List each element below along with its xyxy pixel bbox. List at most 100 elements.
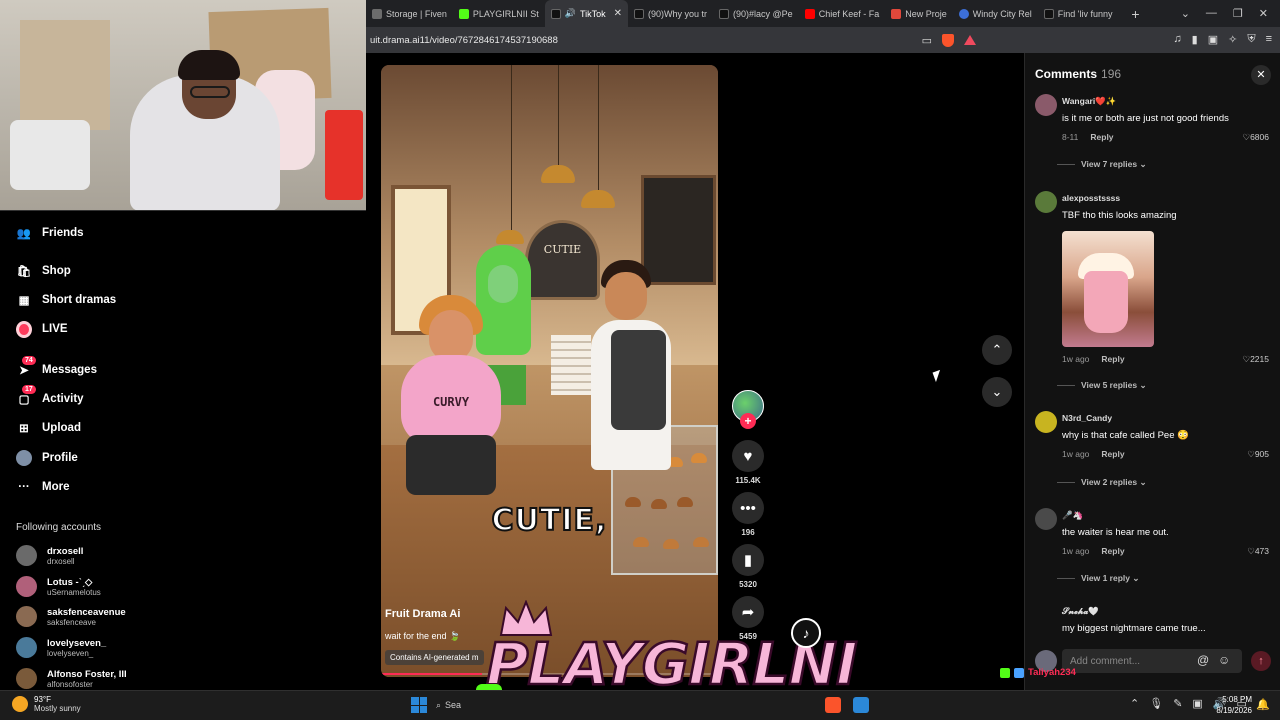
network-icon[interactable]: ▣ (1192, 697, 1202, 710)
comment-likes[interactable]: ♡905 (1247, 449, 1269, 460)
like-button[interactable]: ♥ (732, 440, 764, 472)
browser-tab[interactable]: PLAYGIRLNII St (453, 0, 545, 27)
browser-tab[interactable]: Chief Keef - Fa (799, 0, 886, 27)
brave-shield-icon[interactable] (942, 33, 954, 47)
sidebar-item-more[interactable]: ··· More (16, 479, 69, 495)
mention-icon[interactable]: @ (1197, 653, 1209, 667)
add-comment-input[interactable] (1062, 649, 1242, 673)
comment-likes[interactable]: ♡473 (1247, 546, 1269, 557)
comment-user[interactable]: 𝓢𝓷𝓮𝓱𝓪🤍 (1062, 606, 1099, 617)
avatar[interactable] (1035, 411, 1057, 433)
maximize-icon[interactable]: ❐ (1233, 7, 1243, 20)
comment-user[interactable]: alexposstssss (1062, 193, 1120, 203)
close-comments-button[interactable]: ✕ (1251, 65, 1271, 85)
minimize-icon[interactable]: — (1206, 7, 1217, 20)
comment-likes[interactable]: ♡2215 (1242, 354, 1269, 365)
pen-icon[interactable]: ✎ (1173, 697, 1182, 710)
following-account[interactable]: lovelyseven_ lovelyseven_ (16, 637, 106, 658)
globe-icon (958, 8, 969, 19)
notification-bell-icon[interactable]: 🔔 (1256, 698, 1270, 711)
emoji-icon[interactable]: ☺ (1218, 653, 1230, 667)
comment-user[interactable]: 🎤🦄 (1062, 510, 1083, 521)
save-button[interactable]: ▮ (732, 544, 764, 576)
comment-user[interactable]: N3rd_Candy (1062, 413, 1112, 423)
browser-tab[interactable]: Windy City Rel (953, 0, 1038, 27)
browser-tab[interactable]: (90)#lacy @Pe (713, 0, 799, 27)
cast-icon[interactable]: ▭ (922, 34, 932, 47)
sidebar-item-live[interactable]: LIVE (16, 320, 68, 338)
sidebar-item-friends[interactable]: 👥 Friends (16, 225, 84, 241)
sidebar-item-shop[interactable]: 🛍 Shop (16, 263, 71, 279)
comment-button[interactable]: ••• (732, 492, 764, 524)
chevron-up-icon: ⌃ (991, 342, 1003, 357)
view-replies-button[interactable]: View 2 replies ⌄ (1057, 477, 1147, 488)
comment-meta: 1w ago Reply (1062, 546, 1125, 556)
video-author[interactable]: Fruit Drama Ai (385, 608, 460, 620)
close-tab-icon[interactable]: ✕ (614, 8, 622, 19)
follow-plus-icon[interactable]: + (740, 413, 756, 429)
video-progress-fill (381, 673, 483, 675)
reply-button[interactable]: Reply (1101, 354, 1124, 364)
previous-video-button[interactable]: ⌃ (982, 335, 1012, 365)
comment-meta: 1w ago Reply (1062, 354, 1125, 364)
chevron-up-icon[interactable]: ⌃ (1130, 697, 1139, 710)
comment-user[interactable]: Wangari❤️✨ (1062, 96, 1116, 107)
browser-tab-active[interactable]: 🔊 TikTok ✕ (544, 0, 629, 27)
weather-widget[interactable]: 93°F Mostly sunny (12, 695, 81, 713)
account-handle: drxosell (47, 556, 75, 566)
wallet-icon[interactable]: ▣ (1208, 33, 1218, 46)
sun-icon (12, 696, 28, 712)
reply-button[interactable]: Reply (1101, 449, 1124, 459)
microphone-icon[interactable]: 🎙 (1149, 697, 1163, 710)
next-video-button[interactable]: ⌄ (982, 377, 1012, 407)
leo-icon[interactable]: ✧ (1228, 33, 1237, 46)
twitch-icon (1014, 667, 1024, 678)
avatar[interactable] (1035, 94, 1057, 116)
view-replies-button[interactable]: View 5 replies ⌄ (1057, 380, 1147, 391)
url-field[interactable]: uit.drama.ai11/video/7672846174537190688 (370, 35, 922, 46)
view-replies-button[interactable]: View 7 replies ⌄ (1057, 159, 1147, 170)
sidebar-item-short-dramas[interactable]: ▦ Short dramas (16, 292, 117, 308)
tab-search-icon[interactable]: ⌄ (1181, 7, 1190, 20)
following-account[interactable]: Lotus -ˋˏ◇ uSernamelotus (16, 576, 101, 597)
following-account[interactable]: Alfonso Foster, III alfonsofoster (16, 668, 127, 689)
ai-generated-label[interactable]: Contains AI-generated m (385, 650, 484, 665)
comment-image[interactable] (1062, 231, 1154, 347)
comment-time: 1w ago (1062, 354, 1090, 364)
close-window-icon[interactable]: ✕ (1259, 7, 1268, 20)
sidebar-item-upload[interactable]: ⊞ Upload (16, 420, 81, 436)
taskbar-clock[interactable]: 5:08 PM 8/19/2026 (1212, 694, 1252, 716)
view-replies-button[interactable]: View 1 reply ⌄ (1057, 573, 1139, 584)
vpn-icon[interactable]: ⛨ (1247, 33, 1255, 46)
following-account[interactable]: saksfenceavenue saksfenceave (16, 606, 126, 627)
brave-rewards-icon[interactable] (964, 35, 976, 45)
windows-start-icon[interactable] (411, 697, 427, 713)
new-tab-button[interactable]: + (1125, 6, 1147, 22)
browser-tab[interactable]: Find 'liv funny (1038, 0, 1119, 27)
video-player[interactable]: CUTIE CURVY CUTIE, Fruit Drama Ai wait f… (381, 65, 718, 677)
stream-username-overlay: Taliyah234 (1000, 667, 1076, 678)
video-scene-lamp (496, 230, 524, 244)
browser-tab[interactable]: New Proje (885, 0, 953, 27)
comment-likes[interactable]: ♡6806 (1242, 132, 1269, 143)
avatar[interactable] (1035, 191, 1057, 213)
browser-tab[interactable]: (90)Why you tr (628, 0, 713, 27)
menu-icon[interactable]: ≡ (1266, 33, 1272, 46)
account-handle: uSernamelotus (47, 587, 101, 597)
reply-button[interactable]: Reply (1090, 132, 1113, 142)
sidebar-item-activity[interactable]: ▢ 17 Activity (16, 385, 84, 407)
notepad-taskbar-icon[interactable] (853, 697, 869, 713)
sidebar-item-profile[interactable]: Profile (16, 450, 78, 466)
browser-tab[interactable]: Storage | Fiven (366, 0, 453, 27)
kick-icon (1000, 667, 1010, 678)
music-icon[interactable]: ♫ (1173, 33, 1181, 46)
sidebar-item-messages[interactable]: ➤ 74 Messages (16, 356, 97, 378)
taskbar-search[interactable]: ⌕ Sea (436, 695, 476, 715)
avatar[interactable] (1035, 508, 1057, 530)
sidebar-icon[interactable]: ▮ (1192, 33, 1198, 46)
brave-taskbar-icon[interactable] (825, 697, 841, 713)
following-account[interactable]: drxosell drxosell (16, 545, 83, 566)
reply-button[interactable]: Reply (1101, 546, 1124, 556)
send-comment-button[interactable]: ↑ (1251, 651, 1271, 671)
video-scene-sign: CUTIE (525, 220, 600, 300)
